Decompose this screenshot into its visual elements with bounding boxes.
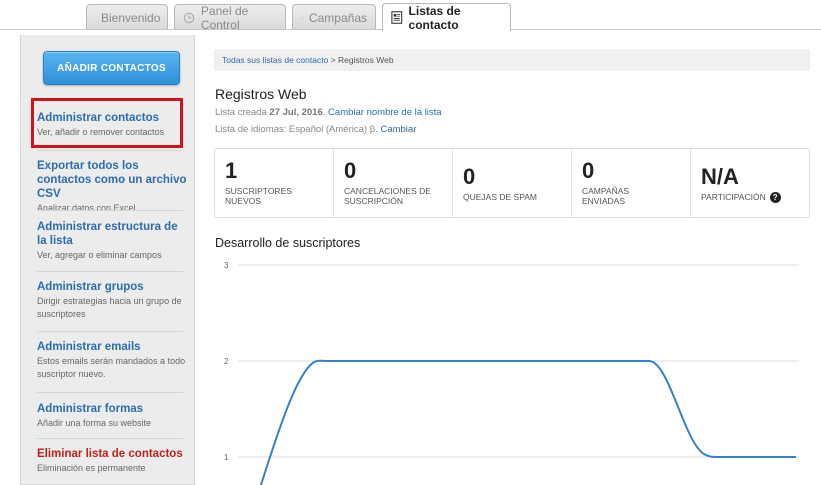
- page-title: Registros Web: [215, 86, 307, 102]
- sidebar-item-manage-contacts[interactable]: Administrar contactos Ver, añadir o remo…: [37, 111, 187, 139]
- list-created-info: Lista creada 27 Jul, 2016. Cambiar nombr…: [215, 107, 442, 118]
- sidebar-divider: [37, 271, 183, 272]
- clock-icon: [183, 12, 195, 23]
- change-language-link[interactable]: Cambiar: [380, 124, 416, 135]
- tab-campanas[interactable]: Campañas: [292, 4, 376, 30]
- sidebar-item-title[interactable]: Administrar grupos: [37, 280, 187, 294]
- breadcrumb: Todas sus listas de contacto > Registros…: [214, 49, 810, 71]
- stat-value: 0: [582, 158, 595, 183]
- sidebar-divider: [37, 392, 183, 393]
- breadcrumb-separator: >: [328, 55, 338, 65]
- chart-y-tick-label: 3: [224, 261, 229, 270]
- tab-label: Listas de contacto: [408, 3, 461, 32]
- sidebar-item-title[interactable]: Eliminar lista de contactos: [37, 447, 187, 461]
- sidebar-item-title[interactable]: Administrar estructura de la lista: [37, 220, 187, 248]
- help-icon[interactable]: ?: [769, 192, 781, 204]
- sidebar-item-delete-list[interactable]: Eliminar lista de contactos Eliminación …: [37, 447, 187, 475]
- subscriber-chart: 3 2 1: [224, 261, 799, 485]
- stat-label: PARTICIPACIÓN?: [701, 192, 809, 204]
- sidebar-item-manage-groups[interactable]: Administrar grupos Dirigir estrategias h…: [37, 280, 187, 321]
- chart-y-tick-label: 2: [224, 357, 229, 366]
- sidebar-item-title[interactable]: Administrar emails: [37, 340, 187, 354]
- contact-list-icon: [391, 11, 403, 24]
- breadcrumb-current: Registros Web: [338, 55, 394, 65]
- tab-label: Bienvenido: [101, 10, 161, 25]
- sidebar-item-desc: Eliminación es permanente: [37, 463, 146, 473]
- tab-bienvenido[interactable]: Bienvenido: [86, 4, 168, 30]
- sidebar-item-desc: Añadir una forma su website: [37, 418, 152, 428]
- sidebar-item-desc: Estos emails serán mandados a todo suscr…: [37, 356, 186, 379]
- sidebar-divider: [37, 331, 183, 332]
- sidebar-item-desc: Ver, agregar o eliminar campos: [37, 250, 162, 260]
- stat-participation: N/A PARTICIPACIÓN?: [691, 149, 809, 217]
- tab-label: Campañas: [308, 10, 367, 25]
- tab-label: Panel de Control: [200, 3, 249, 32]
- chart-y-tick-label: 1: [224, 453, 229, 462]
- stat-value: 0: [463, 164, 476, 189]
- breadcrumb-link-all-lists[interactable]: Todas sus listas de contacto: [222, 55, 328, 65]
- stat-spam-complaints: 0 QUEJAS DE SPAM: [453, 149, 572, 217]
- stat-label: SUSCRIPTORES NUEVOS: [225, 186, 292, 206]
- tab-bar: Bienvenido Panel de Control Campañas Lis…: [0, 0, 821, 32]
- sidebar-item-title[interactable]: Exportar todos los contactos como un arc…: [37, 159, 187, 201]
- stat-value: N/A: [701, 164, 739, 189]
- stat-label: QUEJAS DE SPAM: [463, 192, 537, 202]
- stats-panel: 1 SUSCRIPTORES NUEVOS 0 CANCELACIONES DE S…: [214, 148, 810, 218]
- stat-value: 1: [225, 158, 238, 183]
- sidebar-divider: [37, 210, 183, 211]
- stat-campaigns-sent: 0 CAMPAÑAS ENVIADAS: [572, 149, 691, 217]
- chart-series-line: [259, 359, 796, 485]
- language-text: Lista de idiomas: Español (América) β.: [215, 124, 381, 135]
- sidebar-item-manage-structure[interactable]: Administrar estructura de la lista Ver, …: [37, 220, 187, 262]
- add-contacts-button[interactable]: AÑADIR CONTACTOS: [43, 51, 180, 85]
- stat-label: CANCELACIONES DE SUSCRIPCIÓN: [344, 186, 431, 206]
- sidebar-divider: [37, 438, 183, 439]
- sidebar-item-desc: Dirigir estrategias hacia un grupo de su…: [37, 296, 182, 319]
- stat-label: CAMPAÑAS ENVIADAS: [582, 186, 630, 206]
- tab-panel-de-control[interactable]: Panel de Control: [174, 3, 286, 32]
- list-language-info: Lista de idiomas: Español (América) β. C…: [215, 124, 416, 135]
- stat-unsubscribes: 0 CANCELACIONES DE SUSCRIPCIÓN: [334, 149, 453, 217]
- sidebar-item-manage-forms[interactable]: Administrar formas Añadir una forma su w…: [37, 402, 187, 430]
- sidebar-item-desc: Analizar datos con Excel: [37, 203, 136, 213]
- chart-title: Desarrollo de suscriptores: [215, 236, 361, 250]
- tab-listas-de-contacto[interactable]: Listas de contacto: [382, 3, 511, 32]
- envelope-icon: [301, 16, 303, 19]
- created-prefix: Lista creada: [215, 107, 270, 118]
- sidebar-divider: [37, 150, 183, 151]
- stat-new-subscribers: 1 SUSCRIPTORES NUEVOS: [215, 149, 334, 217]
- sidebar-item-desc: Ver, añadir o remover contactos: [37, 127, 165, 137]
- created-date: 27 Jul, 2016: [269, 107, 323, 118]
- rename-list-link[interactable]: Cambiar nombre de la lista: [328, 107, 442, 118]
- sidebar-item-export-csv[interactable]: Exportar todos los contactos como un arc…: [37, 159, 187, 215]
- sidebar-item-manage-emails[interactable]: Administrar emails Estos emails serán ma…: [37, 340, 187, 381]
- sidebar-item-title[interactable]: Administrar contactos: [37, 111, 187, 125]
- sidebar-item-title[interactable]: Administrar formas: [37, 402, 187, 416]
- sidebar: AÑADIR CONTACTOS Administrar contactos V…: [20, 35, 195, 485]
- stat-value: 0: [344, 158, 357, 183]
